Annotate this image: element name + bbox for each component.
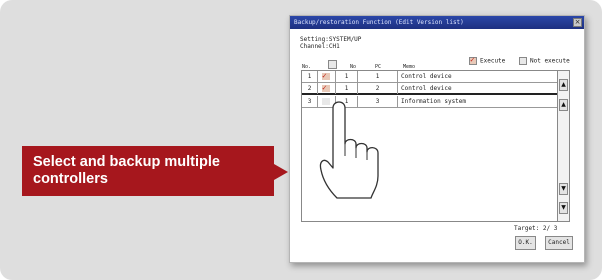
scroll-up-icon[interactable]: ▲	[559, 79, 568, 91]
callout-banner: Select and backup multiple controllers	[22, 146, 288, 196]
checked-box-icon	[322, 82, 330, 93]
unchecked-box-icon	[519, 57, 527, 65]
dialog-titlebar: Backup/restoration Function (Edit Versio…	[290, 16, 584, 29]
target-count: Target: 2/ 3	[514, 225, 557, 232]
legend-execute: Execute	[469, 55, 506, 65]
legend-not-execute-label: Not execute	[530, 57, 570, 65]
row-unit: 1	[336, 83, 358, 94]
table-row[interactable]: 2 1 2 Control device	[302, 82, 557, 95]
row-number: 2	[302, 83, 318, 94]
row-memo: Information system	[401, 98, 467, 105]
legend-not-execute: Not execute	[519, 57, 570, 65]
callout-arrow	[274, 164, 288, 180]
target-total: 3	[553, 225, 558, 232]
ok-button[interactable]: O.K.	[515, 236, 536, 250]
callout-text: Select and backup multiple controllers	[33, 154, 220, 187]
target-value: 2/	[542, 225, 551, 232]
row-memo: Control device	[401, 73, 452, 80]
cancel-button[interactable]: Cancel	[545, 236, 573, 250]
row-checkbox[interactable]	[318, 70, 336, 82]
channel-label: Channel:CH1	[300, 43, 340, 50]
scroll-down-icon[interactable]: ▼	[559, 202, 568, 214]
setting-label: Setting:SYSTEM/UP	[300, 36, 362, 43]
page-down-icon[interactable]: ▼	[559, 183, 568, 195]
row-pc: 2	[358, 83, 398, 94]
dialog-title: Backup/restoration Function (Edit Versio…	[294, 19, 464, 26]
row-number: 1	[302, 71, 318, 82]
target-label: Target:	[514, 225, 540, 232]
page-up-icon[interactable]: ▲	[559, 99, 568, 111]
row-checkbox[interactable]	[318, 82, 336, 94]
checked-box-icon	[469, 55, 477, 65]
close-icon[interactable]: ×	[573, 18, 582, 27]
row-memo: Control device	[401, 85, 452, 92]
select-all-box-icon[interactable]	[328, 60, 337, 69]
legend-execute-label: Execute	[480, 57, 506, 65]
table-row[interactable]: 1 1 1 Control device	[302, 70, 557, 83]
checked-box-icon	[322, 70, 330, 81]
list-scrollbar[interactable]: ▲ ▲ ▼ ▼	[557, 71, 569, 221]
row-pc: 1	[358, 71, 398, 82]
row-unit: 1	[336, 71, 358, 82]
pointing-hand-icon	[319, 101, 379, 199]
header-info: Setting:SYSTEM/UP Channel:CH1	[300, 36, 361, 50]
